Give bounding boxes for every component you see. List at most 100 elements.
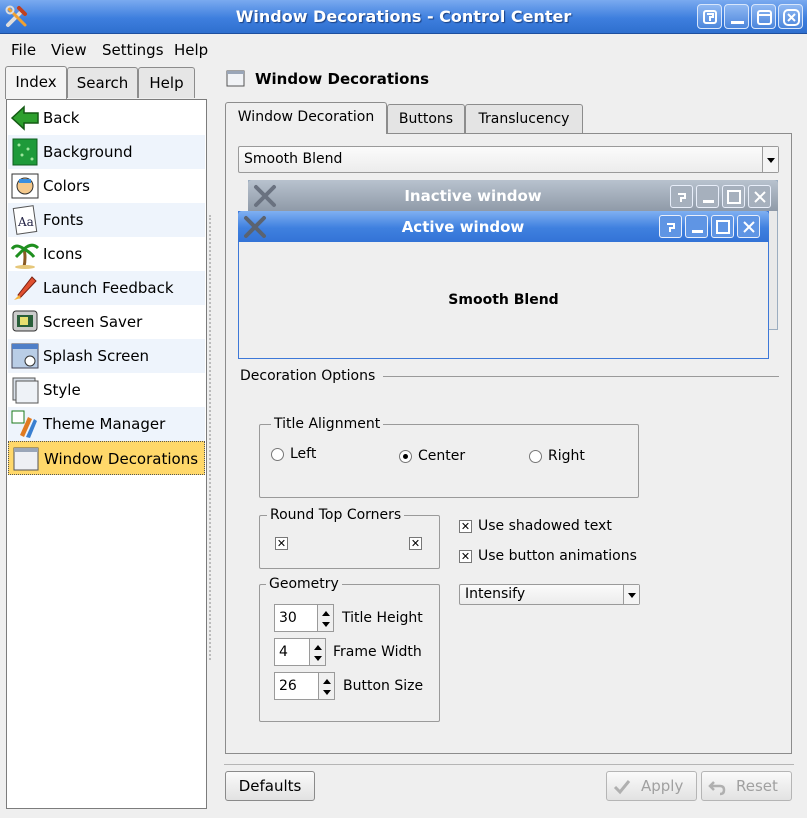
title-height-value: 30 [279,610,297,626]
align-right-radio[interactable] [529,450,542,463]
spin-buttons[interactable] [318,673,334,699]
list-item-style[interactable]: Style [8,373,205,407]
round-right-corner-checkbox[interactable]: ✕ [409,537,422,550]
theme-manager-icon [11,410,37,438]
maximize-icon [716,220,730,234]
animation-select[interactable]: Intensify [459,584,640,605]
close-icon [754,191,766,203]
minimize-icon [692,230,703,233]
svg-text:Aa: Aa [17,215,34,229]
maximize-button[interactable] [751,4,776,29]
tab-buttons[interactable]: Buttons [387,104,465,133]
panel-splitter[interactable] [209,215,211,660]
defaults-button[interactable]: Defaults [225,771,315,801]
spin-down-icon[interactable] [323,690,331,695]
close-icon [783,9,800,26]
close-icon [743,221,755,233]
style-icon [12,377,39,404]
align-left-radio[interactable] [271,448,284,461]
align-right-label[interactable]: Right [548,448,585,464]
align-center-label[interactable]: Center [418,448,465,464]
window-title: Window Decorations - Control Center [235,7,572,26]
spin-down-icon[interactable] [322,622,330,627]
decoration-options-title: Decoration Options [240,368,376,384]
title-height-label: Title Height [342,610,423,626]
animation-select-value: Intensify [465,586,526,602]
menu-help[interactable]: Help [174,41,208,59]
list-item-background[interactable]: Background [8,135,205,169]
list-item-label: Window Decorations [44,450,199,468]
list-item-colors[interactable]: Colors [8,169,205,203]
align-center-radio[interactable] [399,450,412,463]
section-divider [383,376,779,377]
reset-button[interactable]: Reset [701,771,792,801]
tab-translucency[interactable]: Translucency [465,104,583,133]
question-icon [678,193,686,202]
back-arrow-icon [10,105,39,131]
spin-down-icon[interactable] [314,656,322,661]
module-list[interactable]: Back Background Colors Aa Fonts Icons La… [6,99,207,809]
apply-button[interactable]: Apply [606,771,697,801]
preview-inactive-title: Inactive window [404,187,542,205]
align-left-label[interactable]: Left [290,446,316,462]
list-item-label: Icons [43,245,83,263]
list-item-splash-screen[interactable]: Splash Screen [8,339,205,373]
shadowed-text-label[interactable]: Use shadowed text [478,518,612,534]
footer-divider [224,764,794,765]
spin-buttons[interactable] [317,605,333,631]
spin-up-icon[interactable] [314,645,322,650]
button-animations-label[interactable]: Use button animations [478,548,637,564]
tab-window-decoration[interactable]: Window Decoration [225,102,387,134]
reset-label: Reset [736,777,778,795]
splash-screen-icon [11,343,39,369]
tab-index[interactable]: Index [5,66,67,99]
menu-settings[interactable]: Settings [102,41,164,59]
list-item-label: Colors [43,177,90,195]
help-title-button[interactable] [697,4,722,29]
window-decorations-icon [226,70,245,87]
list-item-back[interactable]: Back [8,101,205,135]
minimize-button[interactable] [724,4,749,29]
title-height-spinbox[interactable]: 30 [274,604,334,632]
background-icon [12,138,38,166]
list-item-label: Fonts [43,211,84,229]
button-animations-checkbox[interactable]: ✕ [459,550,472,563]
page-title: Window Decorations [255,70,430,88]
decoration-select[interactable]: Smooth Blend [238,146,779,173]
shadowed-text-checkbox[interactable]: ✕ [459,520,472,533]
checkmark-icon [613,780,631,795]
tab-search[interactable]: Search [67,67,138,98]
button-size-label: Button Size [343,678,424,694]
frame-width-value: 4 [279,644,288,660]
active-minimize-button [685,215,708,238]
spin-up-icon[interactable] [322,611,330,616]
menu-view[interactable]: View [51,41,87,59]
frame-width-spinbox[interactable]: 4 [274,638,326,666]
list-item-label: Theme Manager [43,415,166,433]
undo-icon [708,781,726,796]
menu-file[interactable]: File [11,41,36,59]
geometry-label: Geometry [266,576,342,592]
spin-up-icon[interactable] [323,679,331,684]
list-item-window-decorations[interactable]: Window Decorations [8,441,205,475]
button-size-spinbox[interactable]: 26 [274,672,335,700]
list-item-theme-manager[interactable]: Theme Manager [8,407,205,441]
round-left-corner-checkbox[interactable]: ✕ [275,537,288,550]
active-close-button [737,215,760,238]
list-item-screen-saver[interactable]: Screen Saver [8,305,205,339]
chevron-down-icon [623,585,639,604]
active-help-button [659,215,682,238]
icons-palm-icon [10,243,40,269]
round-top-corners-label: Round Top Corners [267,507,405,523]
tab-help[interactable]: Help [138,67,195,98]
list-item-icons[interactable]: Icons [8,237,205,271]
spin-buttons[interactable] [309,639,325,665]
close-button[interactable] [778,4,803,29]
maximize-icon [757,10,772,25]
inactive-help-button [670,185,693,208]
minimize-icon [731,21,744,24]
list-item-fonts[interactable]: Aa Fonts [8,203,205,237]
minimize-icon [703,200,714,203]
list-item-launch-feedback[interactable]: Launch Feedback [8,271,205,305]
inactive-minimize-button [696,185,719,208]
